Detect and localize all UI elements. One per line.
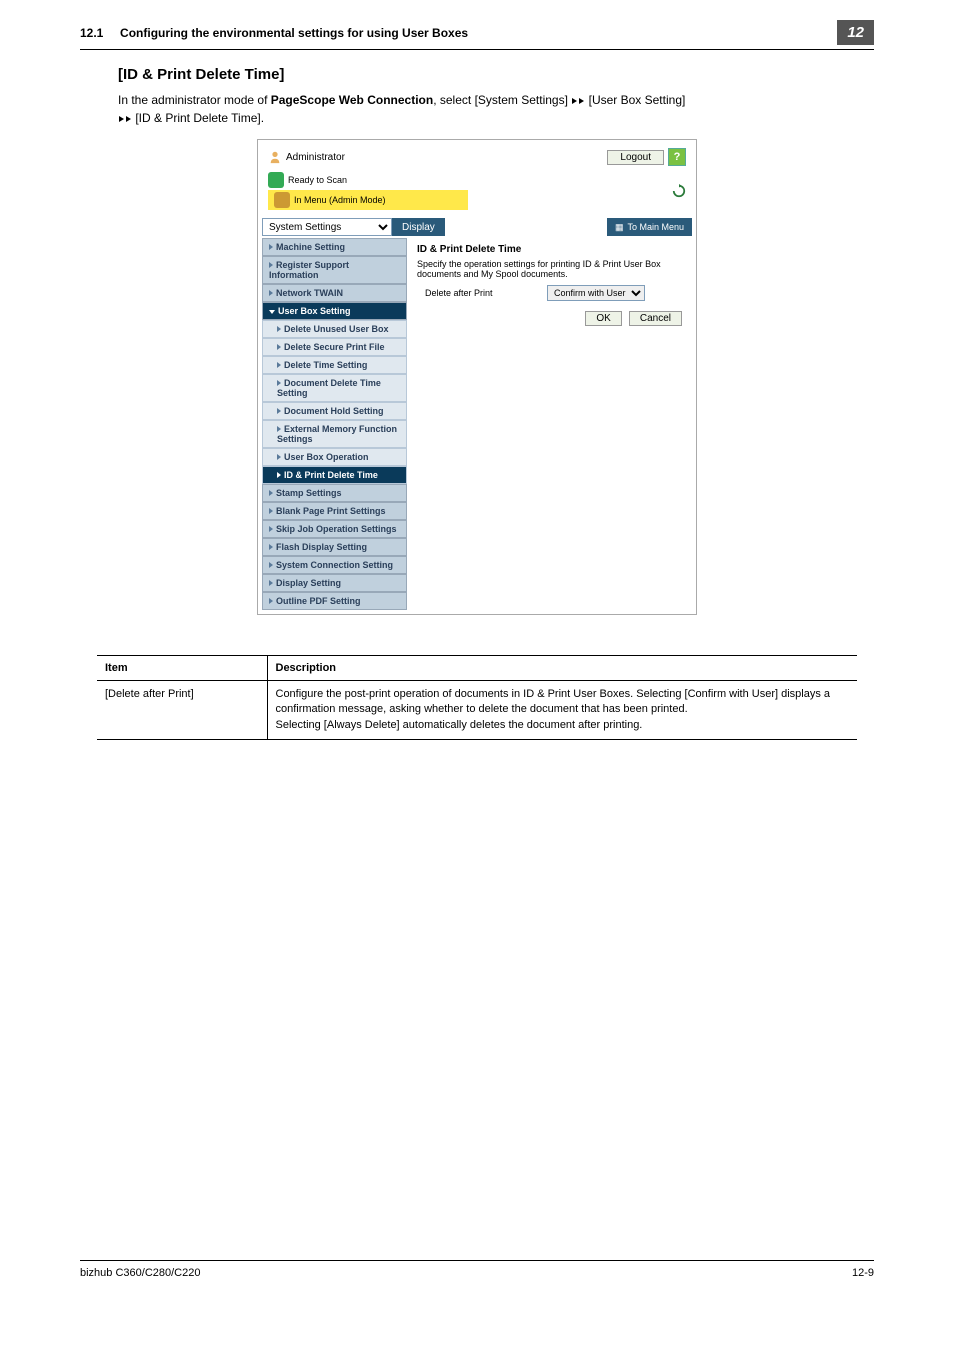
table-row: [Delete after Print] Configure the post-…: [97, 681, 857, 740]
panel-desc: Specify the operation settings for print…: [417, 259, 682, 279]
ok-button[interactable]: OK: [585, 311, 621, 326]
logout-button[interactable]: Logout: [607, 150, 664, 165]
footer-model: bizhub C360/C280/C220: [80, 1267, 200, 1279]
triangle-icon: [572, 98, 577, 104]
grid-icon: ▦: [615, 222, 624, 233]
sidebar-item-network-twain[interactable]: Network TWAIN: [262, 284, 407, 302]
cancel-button[interactable]: Cancel: [629, 311, 682, 326]
help-button[interactable]: ?: [668, 148, 686, 166]
status-ready-label: Ready to Scan: [288, 175, 347, 185]
page-desc: In the administrator mode of PageScope W…: [118, 91, 874, 127]
status-warn-bar: In Menu (Admin Mode): [268, 190, 468, 210]
statusbar: Ready to Scan In Menu (Admin Mode): [262, 170, 692, 212]
warn-icon: [274, 192, 290, 208]
section-no: 12.1: [80, 26, 103, 40]
table-cell-desc: Configure the post-print operation of do…: [267, 681, 857, 740]
display-button[interactable]: Display: [392, 218, 445, 236]
delete-after-print-label: Delete after Print: [417, 288, 547, 298]
header-left: 12.1 Configuring the environmental setti…: [80, 26, 468, 40]
nav-row: System Settings Display ▦ To Main Menu: [262, 218, 692, 236]
triangle-icon: [579, 98, 584, 104]
sidebar-item-outline-pdf[interactable]: Outline PDF Setting: [262, 592, 407, 610]
sidebar-sub-user-box-op[interactable]: User Box Operation: [262, 448, 407, 466]
screenshot-panel: Administrator Logout ? Ready to Scan In …: [257, 139, 697, 615]
description-table: Item Description [Delete after Print] Co…: [97, 655, 857, 740]
sidebar-sub-ext-memory[interactable]: External Memory Function Settings: [262, 420, 407, 448]
topbar: Administrator Logout ?: [262, 144, 692, 170]
sidebar-sub-delete-time[interactable]: Delete Time Setting: [262, 356, 407, 374]
triangle-icon: [119, 116, 124, 122]
sidebar-sub-doc-hold[interactable]: Document Hold Setting: [262, 402, 407, 420]
sidebar-sub-delete-secure[interactable]: Delete Secure Print File: [262, 338, 407, 356]
table-header-desc: Description: [267, 656, 857, 681]
delete-after-print-select[interactable]: Confirm with User: [547, 285, 645, 301]
role-label: Administrator: [286, 152, 345, 163]
panel-title: ID & Print Delete Time: [417, 244, 682, 255]
page-title: [ID & Print Delete Time]: [118, 66, 874, 83]
sidebar-sub-id-print-delete[interactable]: ID & Print Delete Time: [262, 466, 407, 484]
sidebar-item-skip-job[interactable]: Skip Job Operation Settings: [262, 520, 407, 538]
sidebar-item-user-box[interactable]: User Box Setting: [262, 302, 407, 320]
main-menu-button[interactable]: ▦ To Main Menu: [607, 218, 692, 236]
triangle-icon: [126, 116, 131, 122]
sidebar-item-register-support[interactable]: Register Support Information: [262, 256, 407, 284]
admin-icon: [268, 150, 282, 164]
status-ready-icon: [268, 172, 284, 188]
table-cell-item: [Delete after Print]: [97, 681, 267, 740]
table-header-item: Item: [97, 656, 267, 681]
sidebar-item-flash-display[interactable]: Flash Display Setting: [262, 538, 407, 556]
page-footer: bizhub C360/C280/C220 12-9: [80, 1260, 874, 1285]
sidebar-item-stamp[interactable]: Stamp Settings: [262, 484, 407, 502]
sidebar: Machine Setting Register Support Informa…: [262, 238, 407, 610]
footer-page: 12-9: [852, 1267, 874, 1279]
main-panel: ID & Print Delete Time Specify the opera…: [407, 238, 692, 610]
sidebar-sub-delete-unused[interactable]: Delete Unused User Box: [262, 320, 407, 338]
section-title: Configuring the environmental settings f…: [120, 26, 468, 40]
page-header: 12.1 Configuring the environmental setti…: [80, 20, 874, 50]
sidebar-item-sys-conn[interactable]: System Connection Setting: [262, 556, 407, 574]
sidebar-item-display-setting[interactable]: Display Setting: [262, 574, 407, 592]
refresh-icon[interactable]: [672, 184, 686, 198]
sidebar-item-blank-page[interactable]: Blank Page Print Settings: [262, 502, 407, 520]
category-select[interactable]: System Settings: [262, 218, 392, 236]
sidebar-sub-doc-delete-time[interactable]: Document Delete Time Setting: [262, 374, 407, 402]
sidebar-item-machine[interactable]: Machine Setting: [262, 238, 407, 256]
status-warn-label: In Menu (Admin Mode): [294, 195, 386, 205]
chapter-badge: 12: [837, 20, 874, 45]
